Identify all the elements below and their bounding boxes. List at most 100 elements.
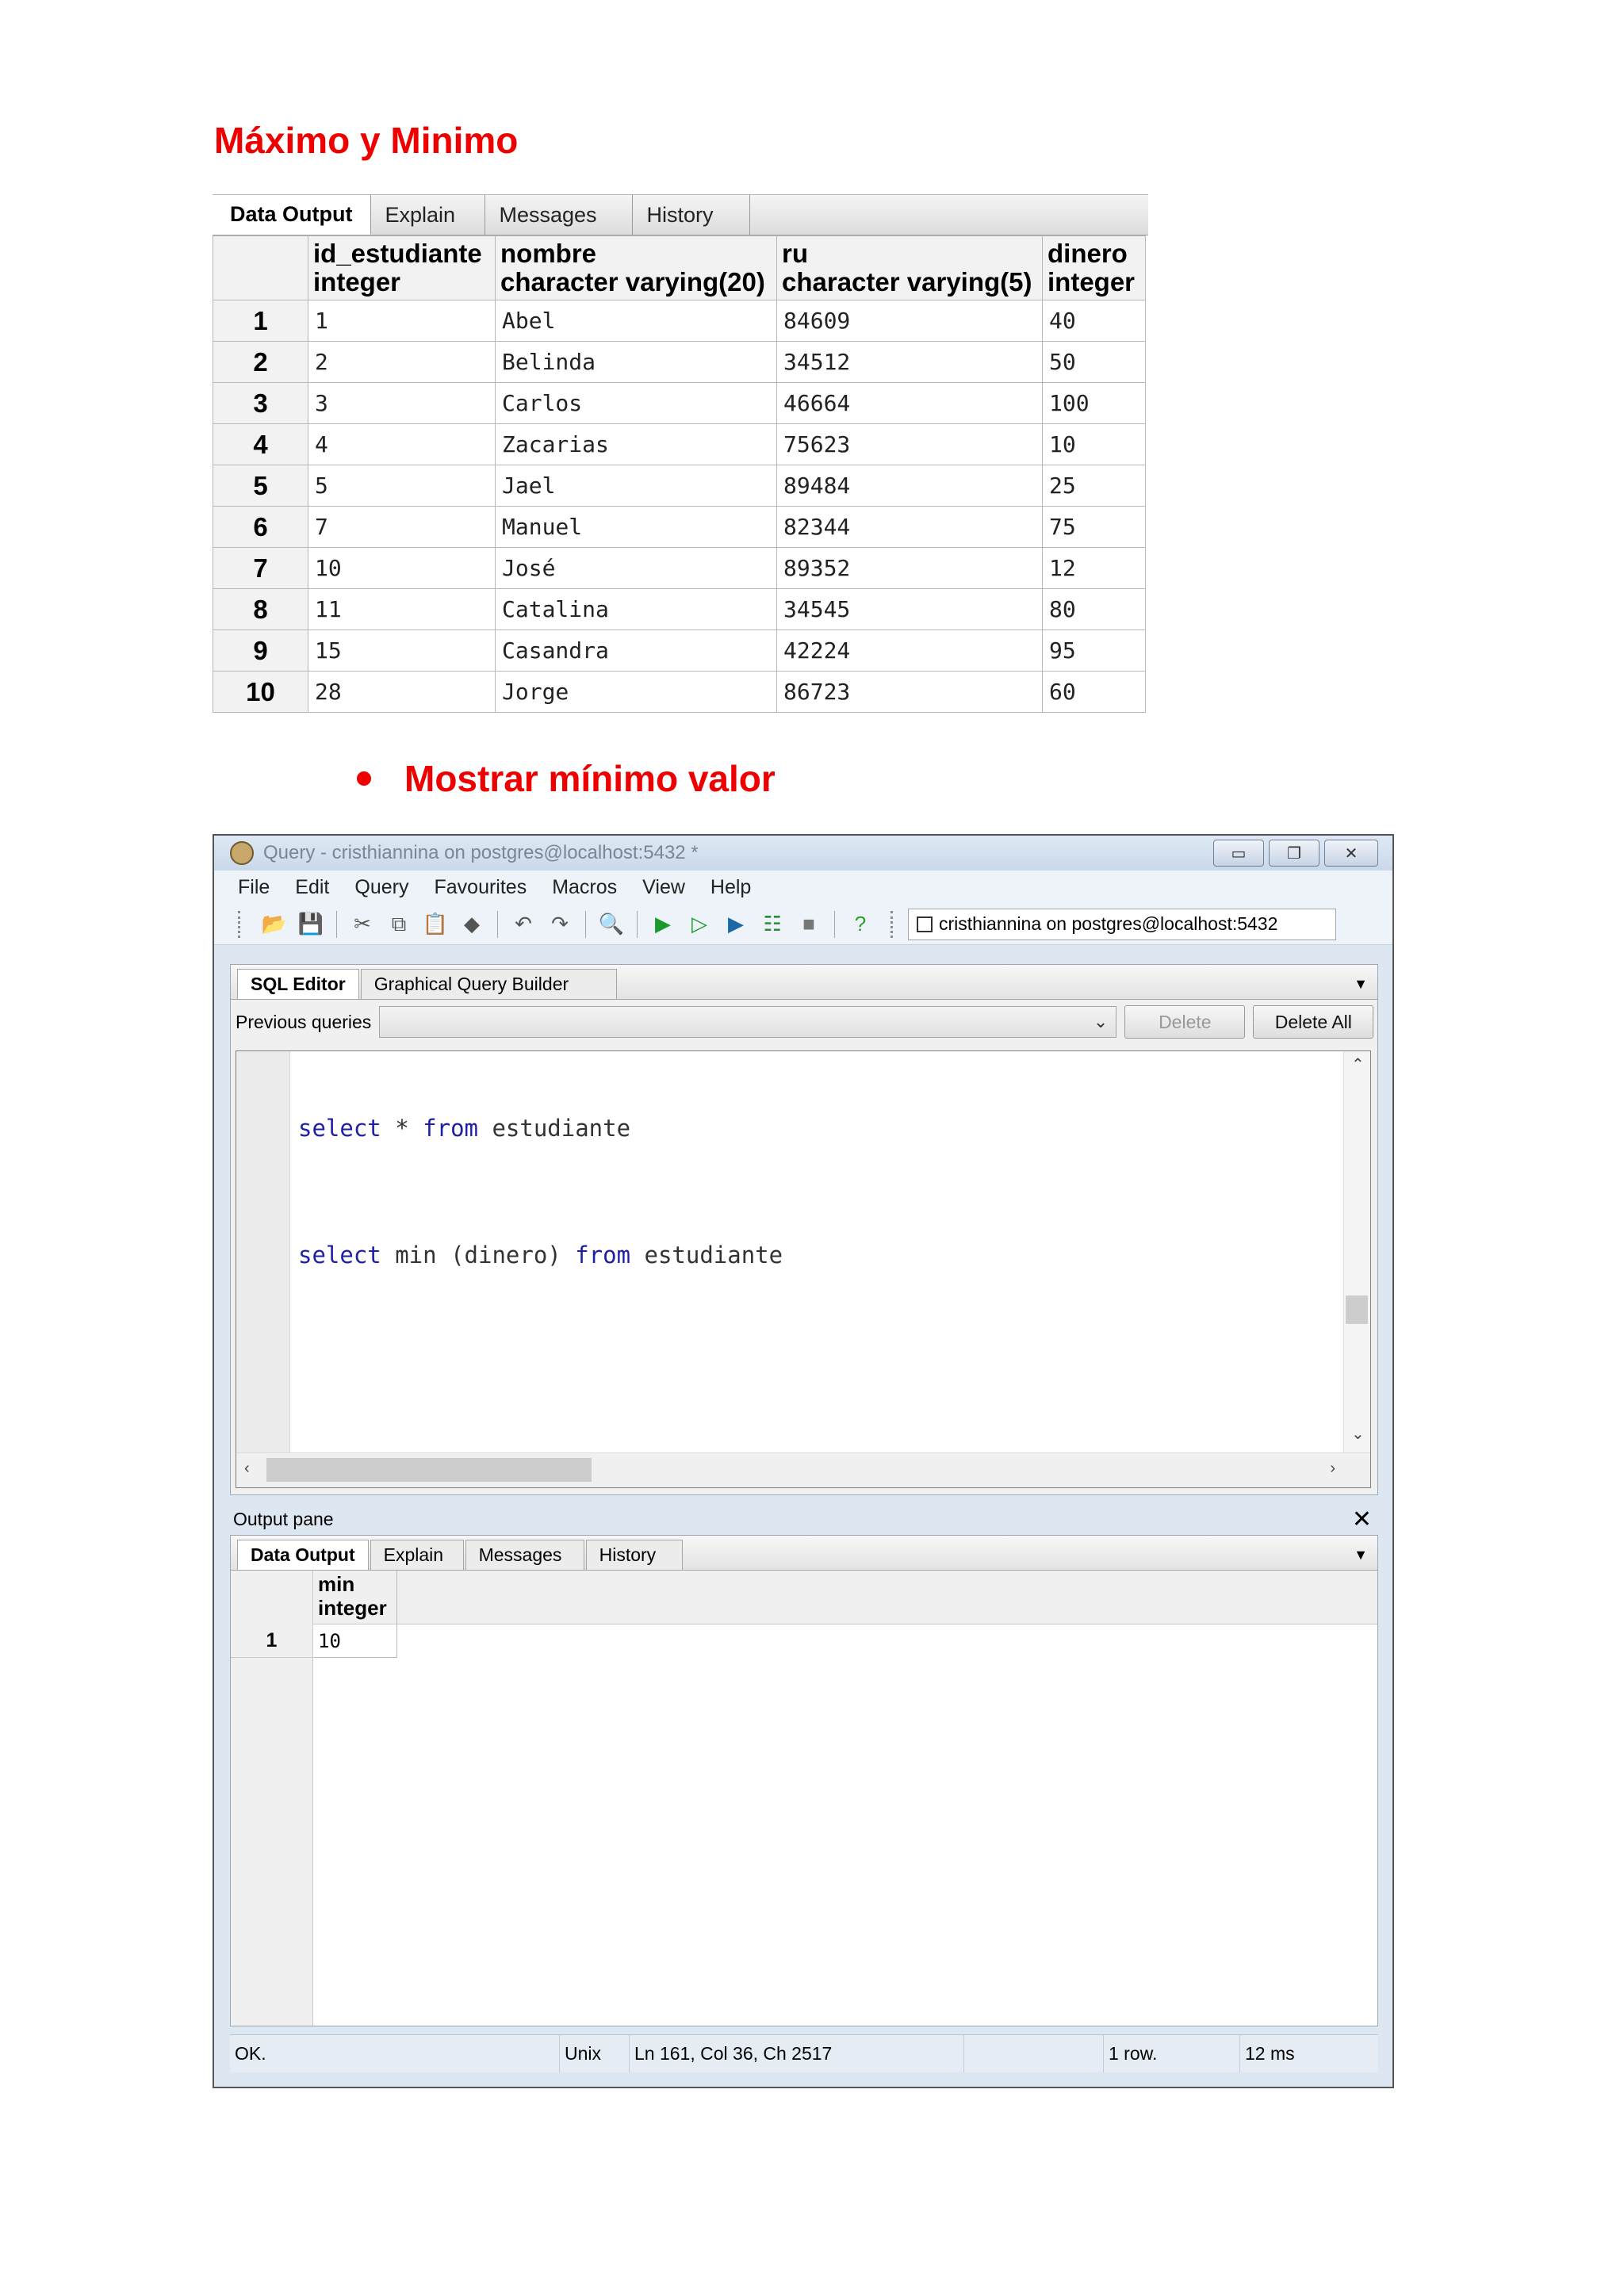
scroll-down-icon[interactable]: ⌄	[1351, 1424, 1365, 1444]
menu-query[interactable]: Query	[354, 876, 408, 899]
close-window-button[interactable]: ✕	[1324, 840, 1378, 867]
find-icon[interactable]: 🔍	[597, 910, 626, 939]
tab-graphical-query-builder[interactable]: Graphical Query Builder	[360, 969, 618, 999]
previous-queries-select[interactable]: ⌄	[379, 1006, 1117, 1038]
tab-explain[interactable]: Explain	[370, 194, 485, 235]
undo-icon[interactable]: ↶	[509, 910, 538, 939]
table-row[interactable]: 9 15 Casandra 42224 95	[213, 629, 1146, 672]
menu-edit[interactable]: Edit	[295, 876, 329, 899]
menu-file[interactable]: File	[238, 876, 270, 899]
row-number[interactable]: 4	[213, 423, 308, 465]
table-cell[interactable]: 25	[1042, 465, 1146, 507]
table-row[interactable]: 3 3 Carlos 46664 100	[213, 382, 1146, 424]
delete-all-button[interactable]: Delete All	[1253, 1005, 1374, 1039]
row-number[interactable]: 2	[213, 341, 308, 383]
tab-output-messages[interactable]: Messages	[465, 1540, 584, 1570]
menu-macros[interactable]: Macros	[552, 876, 617, 899]
sql-editor-textarea[interactable]: select * from estudiante select min (din…	[236, 1050, 1371, 1488]
table-cell[interactable]: 75623	[776, 423, 1043, 465]
row-number[interactable]: 5	[213, 465, 308, 507]
tab-dropdown-icon[interactable]: ▼	[1354, 976, 1368, 993]
scroll-right-icon[interactable]: ›	[1330, 1460, 1335, 1478]
table-cell[interactable]: Carlos	[495, 382, 777, 424]
table-cell[interactable]: 34545	[776, 588, 1043, 630]
toolbar-grip-2[interactable]	[891, 910, 895, 938]
execute-pgscript-icon[interactable]: ▷	[685, 910, 714, 939]
table-cell[interactable]: 50	[1042, 341, 1146, 383]
table-cell[interactable]: Jael	[495, 465, 777, 507]
paste-icon[interactable]: 📋	[421, 910, 450, 939]
tab-output-data-output[interactable]: Data Output	[237, 1540, 369, 1570]
copy-icon[interactable]: ⧉	[385, 910, 413, 939]
cut-icon[interactable]: ✂	[348, 910, 377, 939]
open-file-icon[interactable]: 📂	[260, 910, 289, 939]
column-header-dinero[interactable]: dinero integer	[1042, 235, 1146, 300]
table-cell[interactable]: 75	[1042, 506, 1146, 548]
clear-icon[interactable]: ◆	[458, 910, 486, 939]
table-cell[interactable]: 84609	[776, 300, 1043, 342]
output-tab-dropdown-icon[interactable]: ▼	[1354, 1547, 1368, 1563]
table-cell[interactable]: 46664	[776, 382, 1043, 424]
delete-button[interactable]: Delete	[1124, 1005, 1246, 1039]
table-cell[interactable]: Manuel	[495, 506, 777, 548]
tab-output-history[interactable]: History	[585, 1540, 683, 1570]
table-row[interactable]: 5 5 Jael 89484 25	[213, 465, 1146, 507]
table-cell[interactable]: 5	[308, 465, 496, 507]
vertical-scrollbar[interactable]: ⌃ ⌄	[1343, 1051, 1370, 1454]
execute-icon[interactable]: ▶	[649, 910, 677, 939]
table-cell[interactable]: Jorge	[495, 671, 777, 713]
table-cell[interactable]: 7	[308, 506, 496, 548]
table-cell[interactable]: 3	[308, 382, 496, 424]
table-row[interactable]: 8 11 Catalina 34545 80	[213, 588, 1146, 630]
table-cell[interactable]: 100	[1042, 382, 1146, 424]
maximize-button[interactable]: ❐	[1269, 840, 1320, 867]
connection-checkbox[interactable]	[917, 916, 933, 932]
execute-to-file-icon[interactable]: ▶	[722, 910, 750, 939]
table-cell[interactable]: 89484	[776, 465, 1043, 507]
table-row[interactable]: 10 28 Jorge 86723 60	[213, 671, 1146, 713]
table-cell[interactable]: Belinda	[495, 341, 777, 383]
vertical-scroll-thumb[interactable]	[1346, 1295, 1368, 1324]
menu-view[interactable]: View	[642, 876, 685, 899]
column-header-id[interactable]: id_estudiante integer	[308, 235, 496, 300]
scroll-up-icon[interactable]: ⌃	[1351, 1054, 1365, 1074]
table-row[interactable]: 2 2 Belinda 34512 50	[213, 341, 1146, 383]
table-cell[interactable]: 11	[308, 588, 496, 630]
row-number[interactable]: 3	[213, 382, 308, 424]
horizontal-scrollbar[interactable]: ‹ ›	[236, 1452, 1370, 1487]
close-output-icon[interactable]: ✕	[1352, 1506, 1372, 1533]
table-cell[interactable]: 95	[1042, 629, 1146, 672]
table-row[interactable]: 7 10 José 89352 12	[213, 547, 1146, 589]
menu-help[interactable]: Help	[710, 876, 751, 899]
row-number[interactable]: 7	[213, 547, 308, 589]
table-cell[interactable]: 40	[1042, 300, 1146, 342]
table-cell[interactable]: 42224	[776, 629, 1043, 672]
tab-data-output[interactable]: Data Output	[213, 194, 371, 235]
table-cell[interactable]: 34512	[776, 341, 1043, 383]
table-cell[interactable]: José	[495, 547, 777, 589]
minimize-button[interactable]: ▭	[1213, 840, 1264, 867]
menu-favourites[interactable]: Favourites	[434, 876, 527, 899]
table-cell[interactable]: 10	[308, 547, 496, 589]
row-number[interactable]: 6	[213, 506, 308, 548]
table-cell[interactable]: 2	[308, 341, 496, 383]
table-cell[interactable]: 28	[308, 671, 496, 713]
tab-sql-editor[interactable]: SQL Editor	[237, 969, 359, 999]
horizontal-scroll-thumb[interactable]	[266, 1458, 592, 1482]
table-cell[interactable]: 86723	[776, 671, 1043, 713]
column-header-nombre[interactable]: nombre character varying(20)	[495, 235, 777, 300]
toolbar-grip[interactable]	[238, 910, 243, 938]
table-cell[interactable]: 89352	[776, 547, 1043, 589]
table-cell[interactable]: 1	[308, 300, 496, 342]
row-number[interactable]: 9	[213, 629, 308, 672]
row-number[interactable]: 1	[213, 300, 308, 342]
table-cell[interactable]: 12	[1042, 547, 1146, 589]
table-cell[interactable]: 15	[308, 629, 496, 672]
table-cell[interactable]: 60	[1042, 671, 1146, 713]
column-header-min[interactable]: min integer	[313, 1571, 397, 1624]
output-cell-min[interactable]: 10	[313, 1624, 397, 1658]
connection-selector[interactable]: cristhiannina on postgres@localhost:5432	[908, 908, 1336, 940]
table-cell[interactable]: Catalina	[495, 588, 777, 630]
tab-output-explain[interactable]: Explain	[370, 1540, 464, 1570]
table-row[interactable]: 6 7 Manuel 82344 75	[213, 506, 1146, 548]
